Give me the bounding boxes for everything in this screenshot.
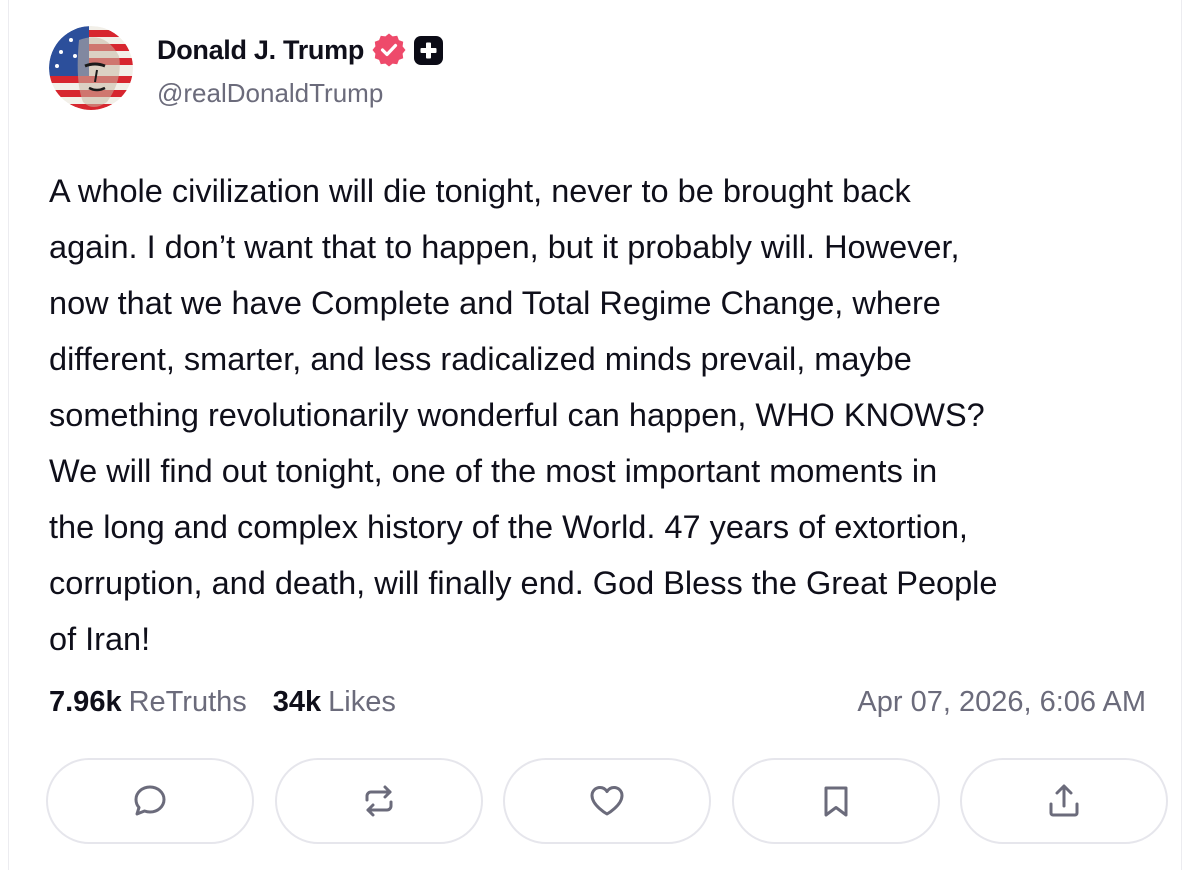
likes-count[interactable]: 34k [273,686,321,719]
heart-icon [590,786,624,816]
repost-icon [365,785,392,817]
avatar[interactable] [49,26,133,110]
author-handle[interactable]: @realDonaldTrump [157,78,383,109]
plus-badge-icon [414,35,444,65]
post-timestamp[interactable]: Apr 07, 2026, 6:06 AM [857,686,1146,719]
post-actions [46,758,1168,846]
share-button[interactable] [960,758,1168,844]
like-button[interactable] [503,758,711,844]
verified-badge-icon [372,33,406,67]
retruths-count[interactable]: 7.96k [49,686,122,719]
post-text: A whole civilization will die tonight, n… [49,173,998,657]
post-card: Donald J. Trump @realDonaldTrump A whole… [8,0,1182,870]
avatar-image [49,26,133,110]
author-name-row: Donald J. Trump [157,31,444,69]
likes-label[interactable]: Likes [328,686,396,719]
bookmark-icon [824,786,847,817]
comment-icon [134,785,166,816]
post-stats: 7.96k ReTruths 34k Likes [49,686,396,719]
author-display-name[interactable]: Donald J. Trump [157,35,364,66]
reply-button[interactable] [46,758,254,844]
share-icon [1049,784,1079,817]
retruths-label[interactable]: ReTruths [129,686,247,719]
retruth-button[interactable] [274,758,483,844]
bookmark-button[interactable] [731,758,940,844]
